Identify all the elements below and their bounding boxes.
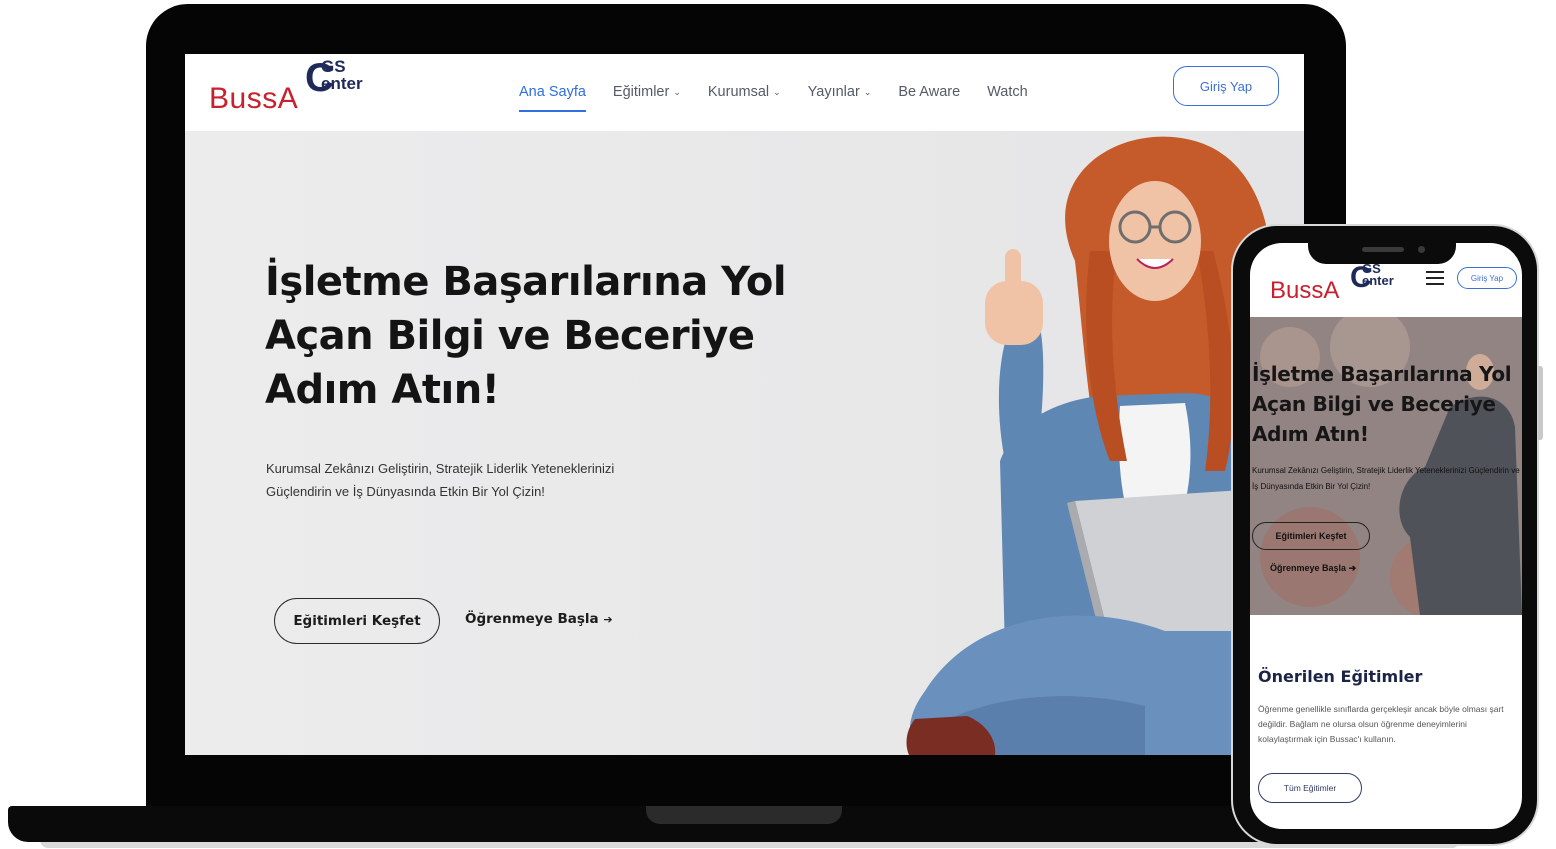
nav-watch[interactable]: Watch — [987, 84, 1028, 100]
mobile-hero-title-line: Açan Bilgi ve Beceriye — [1252, 392, 1496, 416]
mobile-hero-section: İşletme Başarılarına Yol Açan Bilgi ve B… — [1250, 317, 1522, 615]
mobile-explore-trainings-button[interactable]: Eğitimleri Keşfet — [1252, 522, 1370, 550]
login-button[interactable]: Giriş Yap — [1173, 66, 1279, 106]
mobile-screen: BussA C GS enter Giriş Yap İşletme Başar… — [1250, 243, 1522, 829]
all-trainings-button[interactable]: Tüm Eğitimler — [1258, 773, 1362, 803]
chevron-down-icon: ⌄ — [773, 86, 781, 97]
logo-buss: BussA — [209, 82, 298, 116]
nav-egitimler[interactable]: Eğitimler ⌄ — [613, 84, 681, 100]
hero-section: İşletme Başarılarına Yol Açan Bilgi ve B… — [185, 131, 1304, 755]
mobile-start-learning-label: Öğrenmeye Başla — [1270, 563, 1347, 573]
site-header: BussA C GS enter Ana Sayfa Eğitimler ⌄ Ku… — [185, 54, 1304, 131]
arrow-right-icon: ➔ — [1348, 563, 1357, 573]
nav-kurumsal[interactable]: Kurumsal ⌄ — [708, 84, 781, 100]
mobile-hero-subtitle: Kurumsal Zekânızı Geliştirin, Stratejik … — [1252, 466, 1520, 491]
mobile-logo-buss-text: BussA — [1270, 277, 1340, 304]
chevron-down-icon: ⌄ — [673, 86, 681, 97]
mobile-site-logo[interactable]: BussA C GS enter — [1270, 257, 1420, 317]
hamburger-menu-icon[interactable] — [1426, 271, 1444, 285]
nav-label: Ana Sayfa — [519, 84, 586, 100]
nav-label: Yayınlar — [807, 84, 860, 100]
mobile-login-button[interactable]: Giriş Yap — [1457, 267, 1517, 289]
logo-gs-center: GS enter — [321, 58, 363, 92]
nav-label: Be Aware — [898, 84, 961, 100]
logo-buss-text: BussA — [209, 82, 299, 115]
desktop-screen: BussA C GS enter Ana Sayfa Eğitimler ⌄ Ku… — [185, 54, 1304, 755]
phone-side-button — [1538, 366, 1543, 440]
nav-label: Kurumsal — [707, 84, 770, 100]
mobile-hero-title-line: Adım Atın! — [1252, 422, 1369, 446]
phone-speaker — [1362, 247, 1404, 252]
chevron-down-icon: ⌄ — [863, 86, 872, 97]
main-nav: Ana Sayfa Eğitimler ⌄ Kurumsal ⌄ Yayınlar ⌄… — [519, 77, 1055, 112]
mobile-logo-buss: BussA — [1270, 277, 1339, 305]
mobile-hero-title-line: İşletme Başarılarına Yol — [1252, 362, 1512, 386]
explore-trainings-button[interactable]: Eğitimleri Keşfet — [274, 598, 440, 644]
mobile-hero-title: İşletme Başarılarına Yol Açan Bilgi ve B… — [1252, 359, 1522, 449]
start-learning-label: Öğrenmeye Başla — [465, 611, 599, 627]
mobile-logo-center: enter — [1362, 273, 1394, 288]
camera-icon — [1418, 246, 1425, 253]
recommended-trainings-text: Öğrenme genellikle sınıflarda gerçekleşi… — [1258, 704, 1504, 744]
start-learning-link[interactable]: Öğrenmeye Başla ➔ — [465, 611, 613, 627]
arrow-right-icon: ➔ — [603, 613, 613, 626]
site-logo[interactable]: BussA C GS enter — [209, 56, 389, 126]
logo-center: enter — [321, 74, 363, 93]
nav-be-aware[interactable]: Be Aware — [898, 84, 960, 100]
mobile-logo-gs-center: GS enter — [1362, 262, 1394, 288]
hero-subtitle: Kurumsal Zekânızı Geliştirin, Stratejik … — [266, 461, 615, 499]
nav-yayinlar[interactable]: Yayınlar ⌄ — [808, 84, 872, 100]
mobile-start-learning-link[interactable]: Öğrenmeye Başla ➔ — [1270, 563, 1356, 574]
laptop-notch — [646, 806, 842, 824]
nav-ana-sayfa[interactable]: Ana Sayfa — [519, 84, 586, 112]
nav-label: Watch — [987, 84, 1028, 100]
recommended-trainings-title: Önerilen Eğitimler — [1258, 667, 1423, 686]
nav-label: Eğitimler — [612, 84, 670, 100]
hero-title: İşletme Başarılarına Yol Açan Bilgi ve B… — [265, 259, 787, 413]
